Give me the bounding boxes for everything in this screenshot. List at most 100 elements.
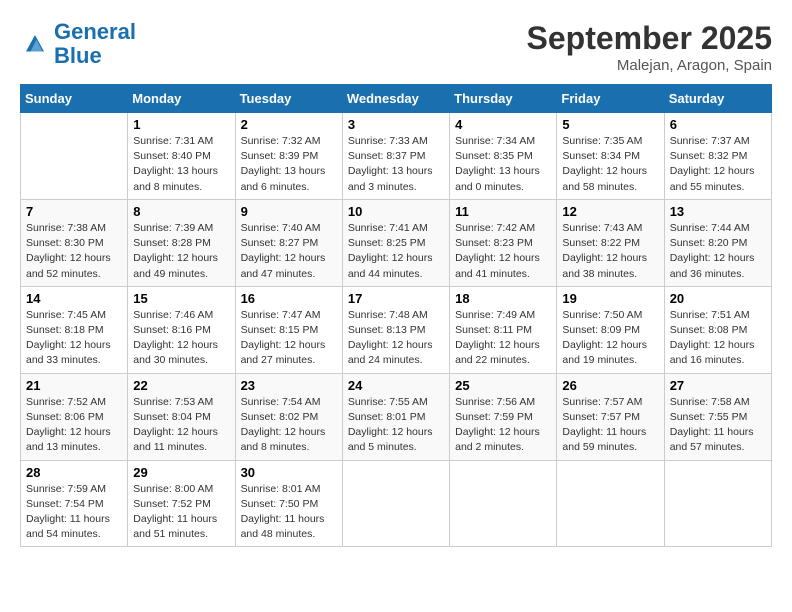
calendar-day-cell: 11 Sunrise: 7:42 AMSunset: 8:23 PMDayligh… bbox=[450, 199, 557, 286]
day-info: Sunrise: 7:34 AMSunset: 8:35 PMDaylight:… bbox=[455, 134, 551, 195]
day-info: Sunrise: 7:52 AMSunset: 8:06 PMDaylight:… bbox=[26, 395, 122, 456]
day-info: Sunrise: 7:55 AMSunset: 8:01 PMDaylight:… bbox=[348, 395, 444, 456]
logo: General Blue bbox=[20, 20, 136, 68]
calendar-day-cell: 21 Sunrise: 7:52 AMSunset: 8:06 PMDayligh… bbox=[21, 373, 128, 460]
day-number: 29 bbox=[133, 465, 229, 480]
calendar-week-row: 28Sunrise: 7:59 AMSunset: 7:54 PMDayligh… bbox=[21, 460, 772, 547]
calendar-day-cell: 29 Sunrise: 8:00 AMSunset: 7:52 PMDayligh… bbox=[128, 460, 235, 547]
calendar-day-cell: 8 Sunrise: 7:39 AMSunset: 8:28 PMDaylight… bbox=[128, 199, 235, 286]
day-number: 18 bbox=[455, 291, 551, 306]
day-number: 26 bbox=[562, 378, 658, 393]
day-number: 16 bbox=[241, 291, 337, 306]
day-number: 23 bbox=[241, 378, 337, 393]
day-number: 11 bbox=[455, 204, 551, 219]
calendar-day-cell: 6Sunrise: 7:37 AMSunset: 8:32 PMDaylight… bbox=[664, 113, 771, 200]
day-number: 3 bbox=[348, 117, 444, 132]
day-info: Sunrise: 7:39 AMSunset: 8:28 PMDaylight:… bbox=[133, 221, 229, 282]
day-info: Sunrise: 7:58 AMSunset: 7:55 PMDaylight:… bbox=[670, 395, 766, 456]
day-of-week-header: Sunday bbox=[21, 85, 128, 113]
calendar-day-cell: 17Sunrise: 7:48 AMSunset: 8:13 PMDayligh… bbox=[342, 286, 449, 373]
day-info: Sunrise: 7:48 AMSunset: 8:13 PMDaylight:… bbox=[348, 308, 444, 369]
calendar-day-cell: 28Sunrise: 7:59 AMSunset: 7:54 PMDayligh… bbox=[21, 460, 128, 547]
calendar-day-cell: 12 Sunrise: 7:43 AMSunset: 8:22 PMDayligh… bbox=[557, 199, 664, 286]
general-blue-logo-icon bbox=[20, 29, 50, 59]
month-title: September 2025 bbox=[527, 20, 772, 57]
day-info: Sunrise: 7:33 AMSunset: 8:37 PMDaylight:… bbox=[348, 134, 444, 195]
day-number: 1 bbox=[133, 117, 229, 132]
day-number: 10 bbox=[348, 204, 444, 219]
day-of-week-header: Monday bbox=[128, 85, 235, 113]
calendar-day-cell: 25 Sunrise: 7:56 AMSunset: 7:59 PMDayligh… bbox=[450, 373, 557, 460]
calendar-day-cell: 30 Sunrise: 8:01 AMSunset: 7:50 PMDayligh… bbox=[235, 460, 342, 547]
day-info: Sunrise: 7:53 AMSunset: 8:04 PMDaylight:… bbox=[133, 395, 229, 456]
day-number: 7 bbox=[26, 204, 122, 219]
calendar-day-cell bbox=[21, 113, 128, 200]
calendar-table: SundayMondayTuesdayWednesdayThursdayFrid… bbox=[20, 84, 772, 547]
day-info: Sunrise: 7:42 AMSunset: 8:23 PMDaylight:… bbox=[455, 221, 551, 282]
day-info: Sunrise: 7:44 AMSunset: 8:20 PMDaylight:… bbox=[670, 221, 766, 282]
calendar-week-row: 21 Sunrise: 7:52 AMSunset: 8:06 PMDayligh… bbox=[21, 373, 772, 460]
calendar-day-cell: 16 Sunrise: 7:47 AMSunset: 8:15 PMDayligh… bbox=[235, 286, 342, 373]
calendar-week-row: 14 Sunrise: 7:45 AMSunset: 8:18 PMDayligh… bbox=[21, 286, 772, 373]
day-of-week-header: Saturday bbox=[664, 85, 771, 113]
calendar-week-row: 1Sunrise: 7:31 AMSunset: 8:40 PMDaylight… bbox=[21, 113, 772, 200]
day-info: Sunrise: 7:57 AMSunset: 7:57 PMDaylight:… bbox=[562, 395, 658, 456]
day-number: 15 bbox=[133, 291, 229, 306]
day-of-week-header: Tuesday bbox=[235, 85, 342, 113]
day-info: Sunrise: 7:43 AMSunset: 8:22 PMDaylight:… bbox=[562, 221, 658, 282]
day-info: Sunrise: 7:47 AMSunset: 8:15 PMDaylight:… bbox=[241, 308, 337, 369]
day-number: 12 bbox=[562, 204, 658, 219]
calendar-day-cell: 3 Sunrise: 7:33 AMSunset: 8:37 PMDaylight… bbox=[342, 113, 449, 200]
calendar-day-cell: 20 Sunrise: 7:51 AMSunset: 8:08 PMDayligh… bbox=[664, 286, 771, 373]
day-info: Sunrise: 7:51 AMSunset: 8:08 PMDaylight:… bbox=[670, 308, 766, 369]
day-info: Sunrise: 7:32 AMSunset: 8:39 PMDaylight:… bbox=[241, 134, 337, 195]
day-number: 5 bbox=[562, 117, 658, 132]
calendar-day-cell: 14 Sunrise: 7:45 AMSunset: 8:18 PMDayligh… bbox=[21, 286, 128, 373]
calendar-day-cell: 13 Sunrise: 7:44 AMSunset: 8:20 PMDayligh… bbox=[664, 199, 771, 286]
day-info: Sunrise: 7:49 AMSunset: 8:11 PMDaylight:… bbox=[455, 308, 551, 369]
day-number: 9 bbox=[241, 204, 337, 219]
day-info: Sunrise: 7:54 AMSunset: 8:02 PMDaylight:… bbox=[241, 395, 337, 456]
day-number: 19 bbox=[562, 291, 658, 306]
day-info: Sunrise: 7:46 AMSunset: 8:16 PMDaylight:… bbox=[133, 308, 229, 369]
calendar-day-cell: 5Sunrise: 7:35 AMSunset: 8:34 PMDaylight… bbox=[557, 113, 664, 200]
day-info: Sunrise: 7:40 AMSunset: 8:27 PMDaylight:… bbox=[241, 221, 337, 282]
day-number: 28 bbox=[26, 465, 122, 480]
calendar-day-cell: 15 Sunrise: 7:46 AMSunset: 8:16 PMDayligh… bbox=[128, 286, 235, 373]
page-header: General Blue September 2025 Malejan, Ara… bbox=[20, 20, 772, 74]
day-number: 22 bbox=[133, 378, 229, 393]
calendar-day-cell: 23 Sunrise: 7:54 AMSunset: 8:02 PMDayligh… bbox=[235, 373, 342, 460]
day-info: Sunrise: 7:41 AMSunset: 8:25 PMDaylight:… bbox=[348, 221, 444, 282]
day-info: Sunrise: 7:45 AMSunset: 8:18 PMDaylight:… bbox=[26, 308, 122, 369]
calendar-day-cell: 9 Sunrise: 7:40 AMSunset: 8:27 PMDaylight… bbox=[235, 199, 342, 286]
calendar-day-cell: 26 Sunrise: 7:57 AMSunset: 7:57 PMDayligh… bbox=[557, 373, 664, 460]
day-number: 27 bbox=[670, 378, 766, 393]
calendar-day-cell: 18 Sunrise: 7:49 AMSunset: 8:11 PMDayligh… bbox=[450, 286, 557, 373]
day-number: 8 bbox=[133, 204, 229, 219]
calendar-day-cell: 10 Sunrise: 7:41 AMSunset: 8:25 PMDayligh… bbox=[342, 199, 449, 286]
calendar-day-cell bbox=[450, 460, 557, 547]
calendar-header-row: SundayMondayTuesdayWednesdayThursdayFrid… bbox=[21, 85, 772, 113]
day-info: Sunrise: 8:00 AMSunset: 7:52 PMDaylight:… bbox=[133, 482, 229, 543]
calendar-day-cell: 7Sunrise: 7:38 AMSunset: 8:30 PMDaylight… bbox=[21, 199, 128, 286]
day-number: 21 bbox=[26, 378, 122, 393]
calendar-day-cell: 4Sunrise: 7:34 AMSunset: 8:35 PMDaylight… bbox=[450, 113, 557, 200]
calendar-day-cell: 22 Sunrise: 7:53 AMSunset: 8:04 PMDayligh… bbox=[128, 373, 235, 460]
logo-text: General Blue bbox=[54, 20, 136, 68]
calendar-day-cell bbox=[557, 460, 664, 547]
day-number: 14 bbox=[26, 291, 122, 306]
day-info: Sunrise: 7:56 AMSunset: 7:59 PMDaylight:… bbox=[455, 395, 551, 456]
day-number: 13 bbox=[670, 204, 766, 219]
day-number: 20 bbox=[670, 291, 766, 306]
day-number: 30 bbox=[241, 465, 337, 480]
day-number: 25 bbox=[455, 378, 551, 393]
day-of-week-header: Thursday bbox=[450, 85, 557, 113]
calendar-title-block: September 2025 Malejan, Aragon, Spain bbox=[527, 20, 772, 74]
calendar-day-cell: 27 Sunrise: 7:58 AMSunset: 7:55 PMDayligh… bbox=[664, 373, 771, 460]
day-info: Sunrise: 7:50 AMSunset: 8:09 PMDaylight:… bbox=[562, 308, 658, 369]
day-info: Sunrise: 8:01 AMSunset: 7:50 PMDaylight:… bbox=[241, 482, 337, 543]
location-subtitle: Malejan, Aragon, Spain bbox=[527, 57, 772, 74]
day-number: 24 bbox=[348, 378, 444, 393]
day-number: 6 bbox=[670, 117, 766, 132]
day-number: 2 bbox=[241, 117, 337, 132]
